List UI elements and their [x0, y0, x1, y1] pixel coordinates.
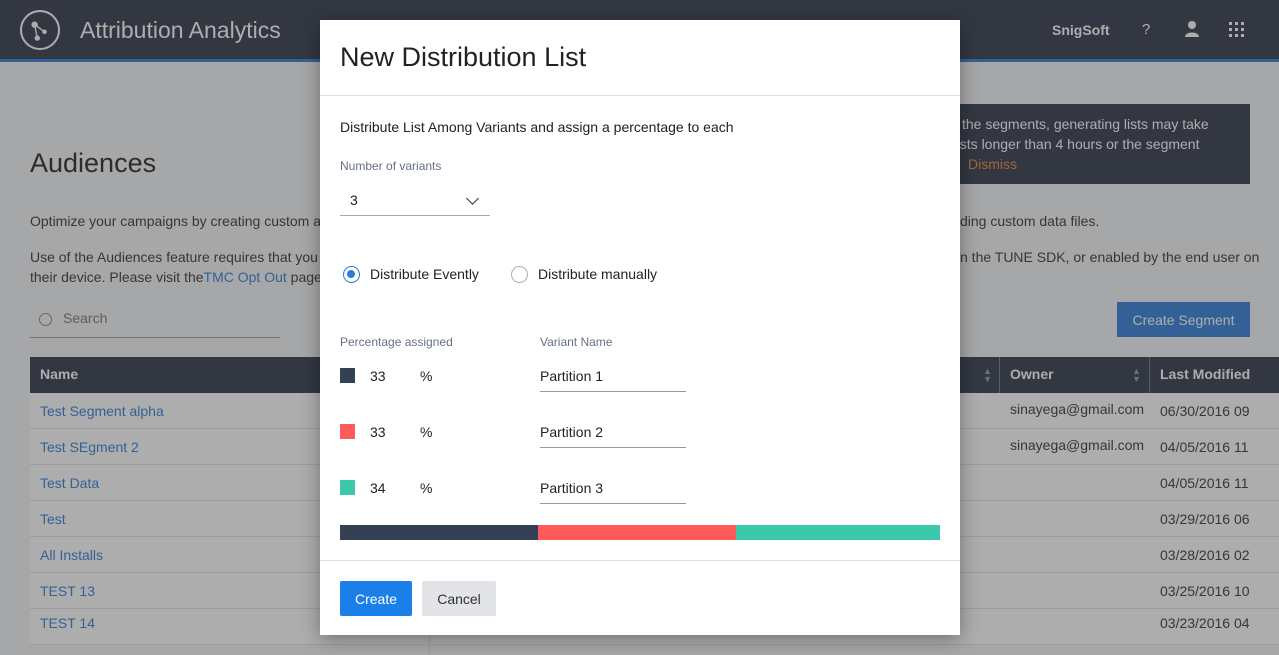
dialog-instructions: Distribute List Among Variants and assig… — [340, 119, 734, 135]
variants-count-label: Number of variants — [340, 159, 442, 173]
distribution-segment — [736, 525, 940, 540]
distribute-manually-label[interactable]: Distribute manually — [538, 266, 657, 282]
create-button[interactable]: Create — [340, 581, 412, 616]
variant-percentage: 33 — [370, 368, 386, 384]
variant-name-input[interactable]: Partition 2 — [540, 418, 686, 448]
variant-percentage: 33 — [370, 424, 386, 440]
variant-name-value: Partition 2 — [540, 424, 604, 440]
variant-color-swatch — [340, 368, 355, 383]
variant-name-input[interactable]: Partition 3 — [540, 474, 686, 504]
dialog-title: New Distribution List — [340, 42, 587, 72]
chevron-down-icon — [466, 192, 479, 205]
variant-percentage: 34 — [370, 480, 386, 496]
new-distribution-list-dialog: New Distribution List Distribute List Am… — [320, 20, 960, 635]
variant-name-column-label: Variant Name — [540, 335, 613, 349]
percent-sign: % — [420, 424, 433, 440]
percent-sign: % — [420, 480, 433, 496]
distribute-evenly-radio[interactable] — [343, 266, 360, 283]
footer-divider — [320, 560, 960, 561]
distribution-segment — [340, 525, 538, 540]
variant-name-value: Partition 3 — [540, 480, 604, 496]
variants-count-select[interactable]: 3 — [340, 186, 490, 216]
distribute-manually-radio[interactable] — [511, 266, 528, 283]
cancel-button[interactable]: Cancel — [422, 581, 496, 616]
percent-sign: % — [420, 368, 433, 384]
distribute-evenly-label[interactable]: Distribute Evently — [370, 266, 479, 282]
distribution-segment — [538, 525, 736, 540]
variant-name-value: Partition 1 — [540, 368, 604, 384]
percentage-column-label: Percentage assigned — [340, 335, 453, 349]
variant-color-swatch — [340, 424, 355, 439]
variants-count-value: 3 — [350, 192, 358, 208]
variant-color-swatch — [340, 480, 355, 495]
variant-name-input[interactable]: Partition 1 — [540, 362, 686, 392]
distribution-bar — [340, 525, 940, 540]
header-divider — [320, 95, 960, 96]
